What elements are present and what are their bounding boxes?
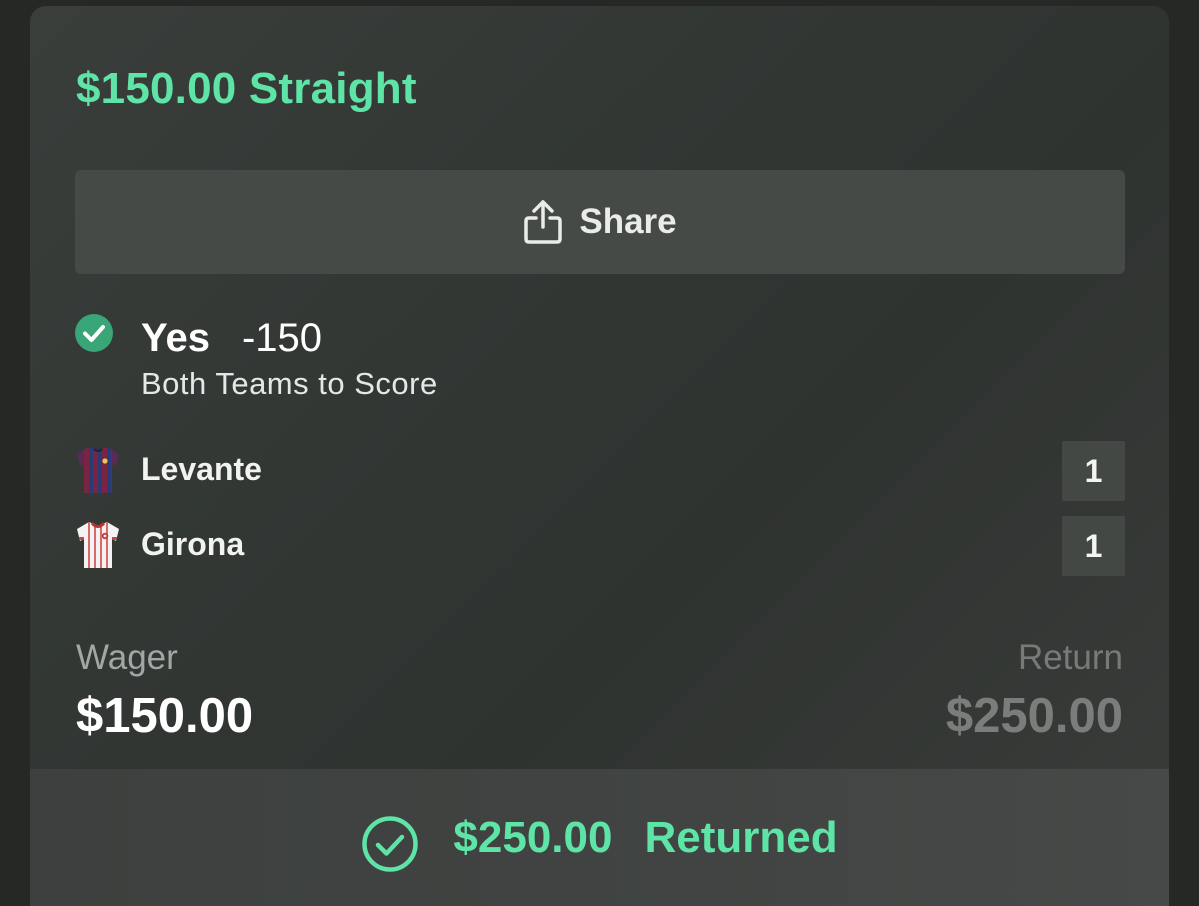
wager-label: Wager [76,638,178,677]
team-score: 1 [1062,516,1125,576]
return-label: Return [1017,638,1123,677]
pick-market: Both Teams to Score [141,366,438,401]
pick-odds: -150 [241,316,323,360]
girona-jersey-icon [77,521,119,568]
bet-card: $150.00 Straight Share Yes -150 Both Tea… [30,6,1169,906]
levante-jersey-icon [77,447,119,493]
pick-selection: Yes [141,316,210,360]
team-row-home: Levante 1 [75,441,1125,501]
team-score: 1 [1062,441,1125,501]
bet-title: $150.00 Straight [76,64,417,113]
team-row-away: Girona 1 [75,516,1125,576]
return-amount: $250.00 [945,689,1123,743]
pick-row: Yes -150 [141,316,322,361]
wager-amount: $150.00 [76,689,254,743]
result-check-circle-icon [362,815,419,872]
pick-won-check-icon [75,314,113,352]
share-icon [523,199,563,245]
share-button-label: Share [579,202,677,241]
share-button[interactable]: Share [75,170,1125,274]
returned-amount: $250.00 [453,812,613,862]
bet-status: Returned [644,812,838,862]
team-name: Girona [141,526,245,562]
bet-result-bar: $250.00 Returned [30,769,1169,906]
team-name: Levante [141,451,262,487]
